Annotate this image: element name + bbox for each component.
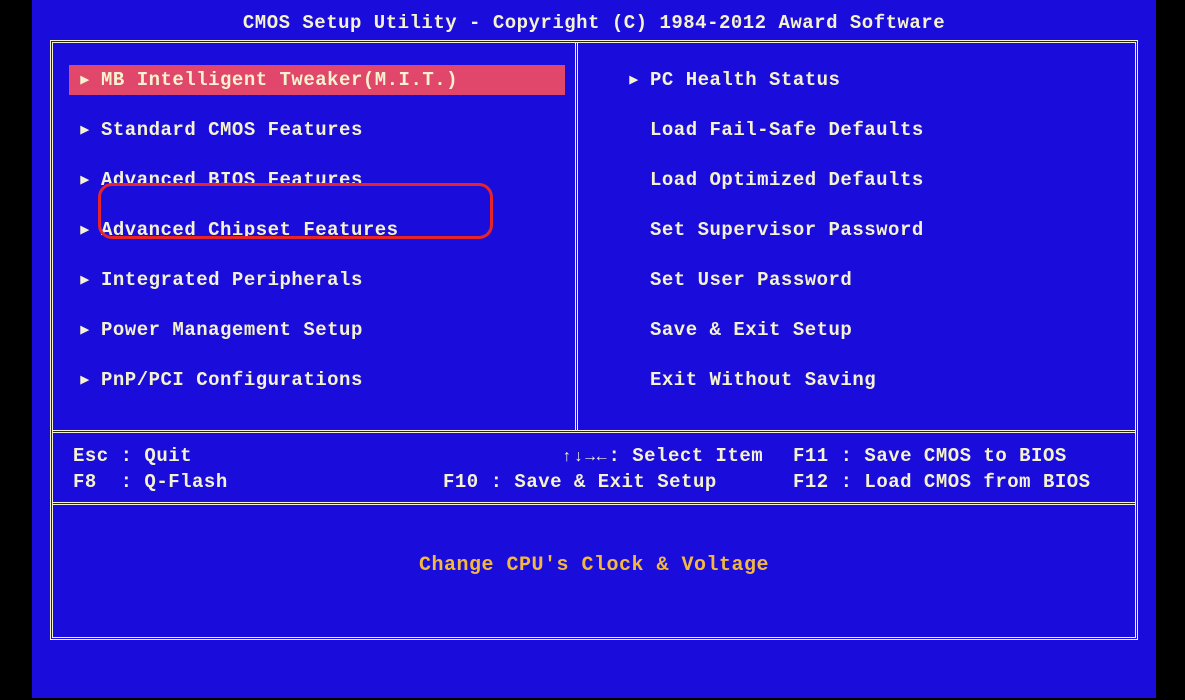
menu-item-pnp-pci[interactable]: ▶ PnP/PCI Configurations [69,365,565,395]
arrow-keys-icon: ↑↓→← [562,448,608,466]
menu-item-label: Exit Without Saving [650,369,876,391]
submenu-arrow-icon: ▶ [75,173,95,188]
menu-item-label: Set Supervisor Password [650,219,924,241]
menu-item-label: PC Health Status [650,69,840,91]
menu-item-label: Advanced Chipset Features [101,219,399,241]
menu-item-load-optimized[interactable]: ▶ Load Optimized Defaults [618,165,1125,195]
menu-item-exit-without-saving[interactable]: ▶ Exit Without Saving [618,365,1125,395]
menu-item-set-user-pw[interactable]: ▶ Set User Password [618,265,1125,295]
menu-item-label: Advanced BIOS Features [101,169,363,191]
hint-f10-save-exit: F10 : Save & Exit Setup [443,471,793,493]
menu-item-label: Power Management Setup [101,319,363,341]
page-title: CMOS Setup Utility - Copyright (C) 1984-… [32,0,1156,40]
menu-item-label: Save & Exit Setup [650,319,852,341]
hint-arrow-label: : Select Item [608,445,763,467]
menu-area: ▶ MB Intelligent Tweaker(M.I.T.) ▶ Stand… [53,43,1135,433]
menu-left-column: ▶ MB Intelligent Tweaker(M.I.T.) ▶ Stand… [53,43,578,430]
submenu-arrow-icon: ▶ [75,323,95,338]
menu-item-label: Standard CMOS Features [101,119,363,141]
menu-item-power-management[interactable]: ▶ Power Management Setup [69,315,565,345]
hint-f8-qflash: F8 : Q-Flash [73,471,443,493]
menu-item-label: Load Fail-Safe Defaults [650,119,924,141]
menu-item-label: PnP/PCI Configurations [101,369,363,391]
menu-item-label: Integrated Peripherals [101,269,363,291]
context-help-text: Change CPU's Clock & Voltage [53,505,1135,625]
footer-key-row: F8 : Q-Flash F10 : Save & Exit Setup F12… [73,469,1115,495]
submenu-arrow-icon: ▶ [624,73,644,88]
menu-item-label: Load Optimized Defaults [650,169,924,191]
menu-right-column: ▶ PC Health Status ▶ Load Fail-Safe Defa… [578,43,1135,430]
menu-item-set-supervisor-pw[interactable]: ▶ Set Supervisor Password [618,215,1125,245]
submenu-arrow-icon: ▶ [75,73,95,88]
menu-item-label: MB Intelligent Tweaker(M.I.T.) [101,69,458,91]
menu-item-load-failsafe[interactable]: ▶ Load Fail-Safe Defaults [618,115,1125,145]
footer-key-row: Esc : Quit ↑↓→←: Select Item F11 : Save … [73,443,1115,469]
main-box: ▶ MB Intelligent Tweaker(M.I.T.) ▶ Stand… [50,40,1138,640]
menu-item-advanced-chipset[interactable]: ▶ Advanced Chipset Features [69,215,565,245]
menu-item-save-exit[interactable]: ▶ Save & Exit Setup [618,315,1125,345]
hint-esc-quit: Esc : Quit [73,445,443,467]
submenu-arrow-icon: ▶ [75,223,95,238]
menu-item-advanced-bios[interactable]: ▶ Advanced BIOS Features [69,165,565,195]
hint-f11-save-cmos: F11 : Save CMOS to BIOS [793,445,1067,467]
bios-setup-screen: CMOS Setup Utility - Copyright (C) 1984-… [32,0,1156,698]
menu-item-label: Set User Password [650,269,852,291]
submenu-arrow-icon: ▶ [75,123,95,138]
menu-item-standard-cmos[interactable]: ▶ Standard CMOS Features [69,115,565,145]
menu-item-pc-health[interactable]: ▶ PC Health Status [618,65,1125,95]
submenu-arrow-icon: ▶ [75,273,95,288]
hint-f12-load-cmos: F12 : Load CMOS from BIOS [793,471,1091,493]
submenu-arrow-icon: ▶ [75,373,95,388]
footer-key-hints: Esc : Quit ↑↓→←: Select Item F11 : Save … [53,433,1135,505]
menu-item-mit[interactable]: ▶ MB Intelligent Tweaker(M.I.T.) [69,65,565,95]
menu-item-integrated-peripherals[interactable]: ▶ Integrated Peripherals [69,265,565,295]
